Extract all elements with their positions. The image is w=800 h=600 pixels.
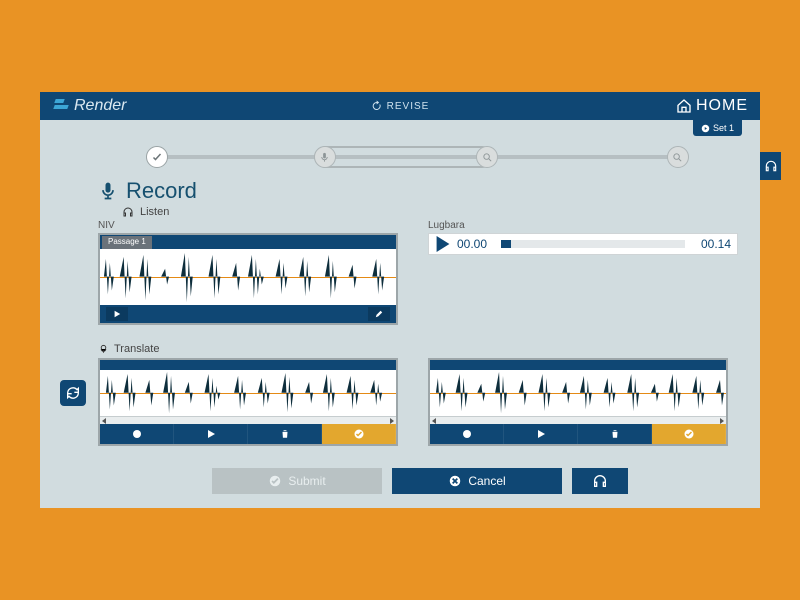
niv-panel-head: Passage 1 (100, 235, 396, 249)
header-bar: Render REVISE HOME (40, 92, 760, 120)
home-label: HOME (696, 97, 748, 115)
revise-button[interactable]: REVISE (371, 100, 430, 112)
play-icon[interactable] (435, 236, 451, 252)
waveform-icon (100, 370, 396, 415)
approve-button[interactable] (652, 424, 726, 444)
niv-column: NIV Passage 1 (98, 220, 398, 325)
record-icon (462, 429, 472, 439)
mic-icon (319, 152, 330, 163)
footer-actions: Submit Cancel (98, 468, 742, 494)
mic-icon (98, 181, 118, 201)
trash-icon (610, 429, 620, 439)
submit-label: Submit (288, 474, 325, 488)
translate-panel-2 (428, 358, 728, 446)
home-icon (676, 98, 692, 114)
cancel-button[interactable]: Cancel (392, 468, 562, 494)
headphones-icon (122, 206, 134, 218)
lugbara-column: Lugbara 00.00 00.14 (428, 220, 738, 325)
play-button[interactable] (504, 424, 578, 444)
home-button[interactable]: HOME (676, 97, 748, 115)
listen-heading: Listen (122, 206, 742, 218)
brand: Render (54, 97, 126, 115)
page-title-text: Record (126, 178, 197, 204)
pencil-icon (375, 310, 383, 318)
refresh-button[interactable] (60, 380, 86, 406)
content: Record Listen NIV Passage 1 (40, 178, 760, 508)
refresh-icon (65, 385, 81, 401)
x-circle-icon (448, 474, 462, 488)
check-circle-icon (353, 428, 365, 440)
translate-heading: Translate (98, 343, 742, 355)
delete-button[interactable] (248, 424, 322, 444)
lugbara-player: 00.00 00.14 (428, 233, 738, 255)
waveform-icon (100, 249, 396, 304)
mic-icon (98, 344, 109, 355)
niv-edit-button[interactable] (368, 307, 390, 321)
revise-label: REVISE (387, 101, 430, 112)
check-circle-icon (683, 428, 695, 440)
search-icon (482, 152, 493, 163)
step-4[interactable] (667, 146, 689, 168)
check-icon (151, 151, 163, 163)
headphones-icon (764, 159, 778, 173)
passage-chip[interactable]: Passage 1 (102, 236, 152, 249)
page-title: Record (98, 178, 742, 204)
lugbara-total-time: 00.14 (691, 237, 731, 251)
headphone-side-tab[interactable] (760, 152, 781, 180)
search-icon (672, 152, 683, 163)
scrollbar[interactable] (430, 416, 726, 424)
niv-controls (100, 305, 396, 323)
check-circle-icon (268, 474, 282, 488)
play-circle-icon (701, 124, 710, 133)
lugbara-progress[interactable] (501, 240, 685, 248)
scrollbar[interactable] (100, 416, 396, 424)
record-button[interactable] (100, 424, 174, 444)
play-icon (113, 310, 121, 318)
headphones-button[interactable] (572, 468, 628, 494)
record-icon (132, 429, 142, 439)
translate-waveform-2[interactable] (430, 370, 726, 416)
play-icon (536, 429, 546, 439)
play-button[interactable] (174, 424, 248, 444)
translate-waveform-1[interactable] (100, 370, 396, 416)
niv-label: NIV (98, 220, 398, 231)
waveform-icon (430, 370, 726, 415)
set-label: Set 1 (713, 123, 734, 133)
play-icon (206, 429, 216, 439)
niv-panel: Passage 1 (98, 233, 398, 325)
step-1[interactable] (146, 146, 168, 168)
submit-button: Submit (212, 468, 382, 494)
trash-icon (280, 429, 290, 439)
translate-row (98, 358, 742, 446)
translate-panel-1 (98, 358, 398, 446)
brand-icon (54, 99, 68, 113)
brand-label: Render (74, 97, 126, 115)
lugbara-label: Lugbara (428, 220, 738, 231)
set-selector[interactable]: Set 1 (693, 120, 742, 136)
record-button[interactable] (430, 424, 504, 444)
translate-label: Translate (114, 343, 159, 355)
headphones-icon (592, 473, 608, 489)
revise-icon (371, 100, 383, 112)
niv-waveform[interactable] (100, 249, 396, 305)
progress-stepper (140, 144, 700, 170)
step-pill (314, 146, 493, 168)
listen-label: Listen (140, 206, 169, 218)
approve-button[interactable] (322, 424, 396, 444)
step-3[interactable] (476, 146, 498, 168)
delete-button[interactable] (578, 424, 652, 444)
app-window: Render REVISE HOME Set 1 (40, 92, 760, 508)
step-2[interactable] (314, 146, 336, 168)
lugbara-current-time: 00.00 (457, 237, 495, 251)
niv-play-button[interactable] (106, 307, 128, 321)
cancel-label: Cancel (468, 474, 505, 488)
